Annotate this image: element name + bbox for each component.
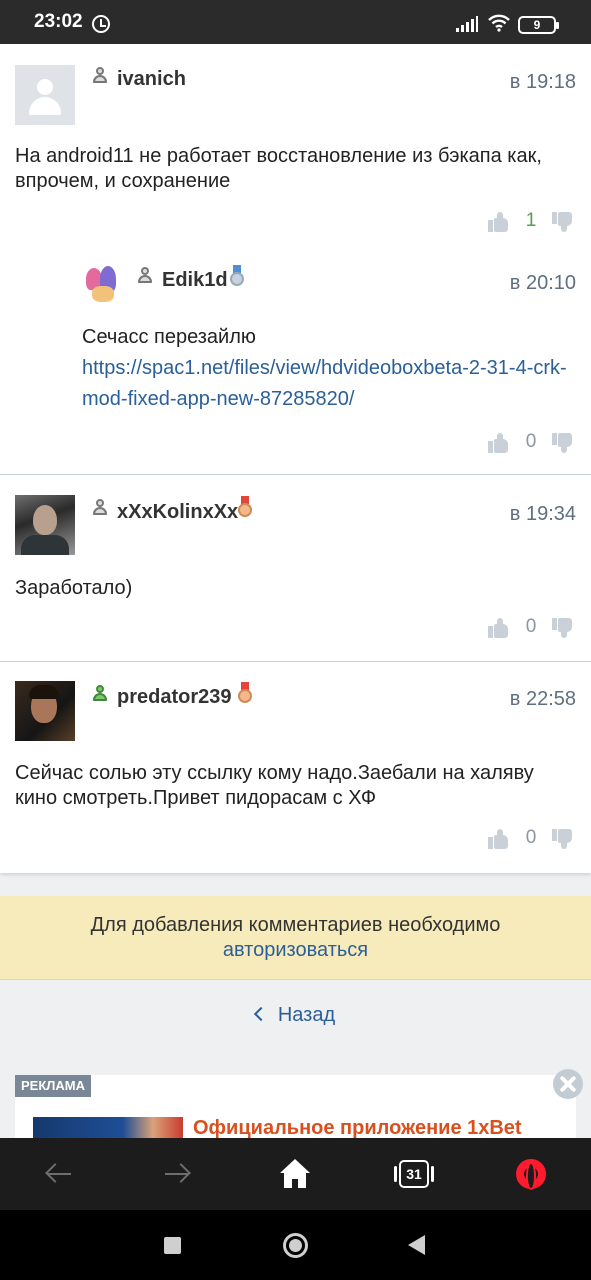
user-icon xyxy=(91,684,109,702)
vote-count: 1 xyxy=(525,210,537,231)
home-icon[interactable] xyxy=(277,1156,313,1192)
wifi-icon xyxy=(488,14,510,32)
comment-item: ivanich в 19:18 На android11 не работает… xyxy=(0,44,591,475)
close-icon[interactable] xyxy=(553,1069,583,1099)
comment-text: На android11 не работает восстановление … xyxy=(15,145,542,192)
avatar[interactable] xyxy=(15,65,75,125)
alarm-icon xyxy=(92,15,110,33)
opera-menu-icon[interactable] xyxy=(513,1156,549,1192)
username[interactable]: Edik1d xyxy=(162,269,228,292)
thumb-down-icon[interactable] xyxy=(552,212,572,232)
vote-controls: 0 xyxy=(488,827,578,849)
ad-image[interactable] xyxy=(33,1117,183,1138)
avatar[interactable] xyxy=(82,264,122,304)
avatar[interactable] xyxy=(15,681,75,741)
medal-icon xyxy=(238,682,252,704)
back-triangle-icon[interactable] xyxy=(408,1235,425,1255)
user-icon xyxy=(91,498,109,516)
recents-icon[interactable] xyxy=(164,1237,181,1254)
comment-text-line: Сечасс перезайлю xyxy=(82,326,256,348)
thumb-up-icon[interactable] xyxy=(488,433,508,453)
user-icon xyxy=(136,266,154,284)
ad-tag: РЕКЛАМА xyxy=(15,1075,92,1097)
comments-card: ivanich в 19:18 На android11 не работает… xyxy=(0,44,591,873)
username[interactable]: ivanich xyxy=(117,68,186,91)
comment-text: Сечасс перезайлю https://spac1.net/files… xyxy=(82,322,577,415)
thumb-down-icon[interactable] xyxy=(552,433,572,453)
vote-count: 0 xyxy=(525,431,537,452)
home-circle-icon[interactable] xyxy=(283,1233,308,1258)
comment-time: в 19:18 xyxy=(509,71,576,93)
thumb-down-icon[interactable] xyxy=(552,829,572,849)
ad-title[interactable]: Официальное приложение 1xBet xyxy=(193,1117,522,1138)
page-content: ivanich в 19:18 На android11 не работает… xyxy=(0,44,591,1138)
username[interactable]: predator239 xyxy=(117,686,232,709)
thumb-up-icon[interactable] xyxy=(488,829,508,849)
battery-icon: 9 xyxy=(518,16,559,34)
user-icon xyxy=(91,66,109,84)
comment-time: в 19:34 xyxy=(509,503,576,525)
signal-icon xyxy=(456,16,478,32)
tabs-button[interactable]: 31 xyxy=(394,1156,434,1192)
medal-icon xyxy=(230,265,244,287)
vote-controls: 1 xyxy=(488,210,578,232)
ad-block[interactable]: РЕКЛАМА Официальное приложение 1xBet xyxy=(15,1075,576,1138)
tabs-count: 31 xyxy=(394,1160,434,1188)
username[interactable]: xXxKolinxXx xyxy=(117,501,238,524)
comment-item: xXxKolinxXx в 19:34 Заработало) 0 xyxy=(0,476,591,662)
comment-time: в 22:58 xyxy=(509,688,576,710)
back-arrow-icon[interactable] xyxy=(41,1156,77,1192)
chevron-left-icon xyxy=(253,1006,268,1022)
auth-notice: Для добавления комментариев необходимо а… xyxy=(0,896,591,980)
thumb-down-icon[interactable] xyxy=(552,618,572,638)
comment-time: в 20:10 xyxy=(509,272,576,294)
comment-text: Заработало) xyxy=(15,577,133,599)
vote-controls: 0 xyxy=(488,431,578,453)
browser-toolbar: 31 xyxy=(0,1138,591,1210)
status-bar: 23:02 9 xyxy=(0,0,591,44)
vote-count: 0 xyxy=(525,616,537,637)
system-nav-bar xyxy=(0,1210,591,1280)
vote-count: 0 xyxy=(525,827,537,848)
avatar[interactable] xyxy=(15,495,75,555)
forward-arrow-icon[interactable] xyxy=(159,1156,195,1192)
reply-item: Edik1d в 20:10 Сечасс перезайлю https://… xyxy=(0,254,591,474)
back-link[interactable]: Назад xyxy=(0,1004,591,1027)
thumb-up-icon[interactable] xyxy=(488,618,508,638)
comment-text: Сейчас солью эту ссылку кому надо.Заебал… xyxy=(15,762,534,809)
file-link[interactable]: https://spac1.net/files/view/hdvideoboxb… xyxy=(82,353,577,415)
medal-icon xyxy=(238,496,252,518)
thumb-up-icon[interactable] xyxy=(488,212,508,232)
login-link[interactable]: авторизоваться xyxy=(223,939,368,961)
comment-item: predator239 в 22:58 Сейчас солью эту ссы… xyxy=(0,663,591,873)
auth-notice-text: Для добавления комментариев необходимо xyxy=(90,914,501,936)
back-link-label: Назад xyxy=(277,1004,336,1026)
clock: 23:02 xyxy=(34,11,83,32)
vote-controls: 0 xyxy=(488,616,578,638)
